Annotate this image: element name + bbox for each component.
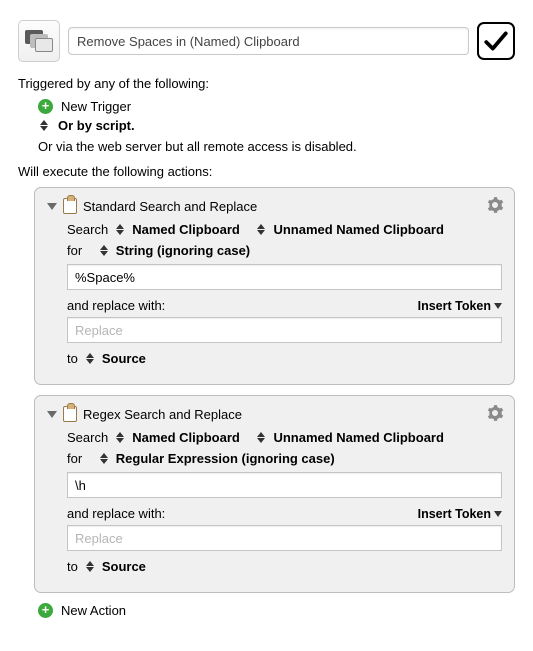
replace-label: and replace with: xyxy=(67,506,165,521)
new-action-label: New Action xyxy=(61,603,126,618)
gear-button[interactable] xyxy=(486,404,504,425)
search-label: Search xyxy=(67,222,108,237)
actions-heading: Will execute the following actions: xyxy=(18,164,515,179)
updown-icon[interactable] xyxy=(98,245,110,256)
for-label: for xyxy=(67,451,82,466)
updown-icon[interactable] xyxy=(84,561,96,572)
match-mode[interactable]: Regular Expression (ignoring case) xyxy=(116,451,335,466)
enable-toggle[interactable] xyxy=(477,22,515,60)
to-label: to xyxy=(67,351,78,366)
to-label: to xyxy=(67,559,78,574)
replace-value-input[interactable] xyxy=(67,525,502,551)
action-body: Search Named Clipboard Unnamed Named Cli… xyxy=(47,222,502,366)
replace-label: and replace with: xyxy=(67,298,165,313)
action-title: Standard Search and Replace xyxy=(83,199,257,214)
updown-icon xyxy=(38,120,50,131)
gear-icon xyxy=(486,404,504,422)
to-value[interactable]: Source xyxy=(102,351,146,366)
plus-icon xyxy=(38,603,53,618)
action-header: Regex Search and Replace xyxy=(47,406,502,422)
updown-icon[interactable] xyxy=(114,432,126,443)
chevron-down-icon xyxy=(494,511,502,517)
triggers-heading: Triggered by any of the following: xyxy=(18,76,515,91)
script-trigger-label: Or by script. xyxy=(58,118,135,133)
clipboard-icon xyxy=(63,406,77,422)
disclosure-icon[interactable] xyxy=(47,203,57,210)
disclosure-icon[interactable] xyxy=(47,411,57,418)
action-card[interactable]: Regex Search and Replace Search Named Cl… xyxy=(34,395,515,593)
new-trigger-row[interactable]: New Trigger xyxy=(38,99,515,114)
updown-icon[interactable] xyxy=(84,353,96,364)
match-mode[interactable]: String (ignoring case) xyxy=(116,243,250,258)
search-target-value[interactable]: Unnamed Named Clipboard xyxy=(273,222,443,237)
action-title: Regex Search and Replace xyxy=(83,407,242,422)
gear-button[interactable] xyxy=(486,196,504,217)
new-action-row[interactable]: New Action xyxy=(38,603,515,618)
updown-icon[interactable] xyxy=(114,224,126,235)
action-body: Search Named Clipboard Unnamed Named Cli… xyxy=(47,430,502,574)
insert-token-button[interactable]: Insert Token xyxy=(418,507,502,521)
search-target-type[interactable]: Named Clipboard xyxy=(132,222,240,237)
script-trigger-row[interactable]: Or by script. xyxy=(38,118,515,133)
action-header: Standard Search and Replace xyxy=(47,198,502,214)
macro-title-input[interactable] xyxy=(68,27,469,55)
title-row xyxy=(18,20,515,62)
search-value-input[interactable] xyxy=(67,264,502,290)
replace-value-input[interactable] xyxy=(67,317,502,343)
macro-editor: Triggered by any of the following: New T… xyxy=(0,0,533,640)
for-label: for xyxy=(67,243,82,258)
search-target-value[interactable]: Unnamed Named Clipboard xyxy=(273,430,443,445)
action-card[interactable]: Standard Search and Replace Search Named… xyxy=(34,187,515,385)
search-label: Search xyxy=(67,430,108,445)
clipboard-icon xyxy=(63,198,77,214)
updown-icon[interactable] xyxy=(98,453,110,464)
insert-token-button[interactable]: Insert Token xyxy=(418,299,502,313)
updown-icon[interactable] xyxy=(255,224,267,235)
insert-token-label: Insert Token xyxy=(418,507,491,521)
new-trigger-label: New Trigger xyxy=(61,99,131,114)
to-value[interactable]: Source xyxy=(102,559,146,574)
chevron-down-icon xyxy=(494,303,502,309)
gear-icon xyxy=(486,196,504,214)
insert-token-label: Insert Token xyxy=(418,299,491,313)
web-server-note: Or via the web server but all remote acc… xyxy=(38,139,515,154)
search-value-input[interactable] xyxy=(67,472,502,498)
macro-icon[interactable] xyxy=(18,20,60,62)
updown-icon[interactable] xyxy=(255,432,267,443)
plus-icon xyxy=(38,99,53,114)
search-target-type[interactable]: Named Clipboard xyxy=(132,430,240,445)
checkmark-icon xyxy=(483,28,509,54)
